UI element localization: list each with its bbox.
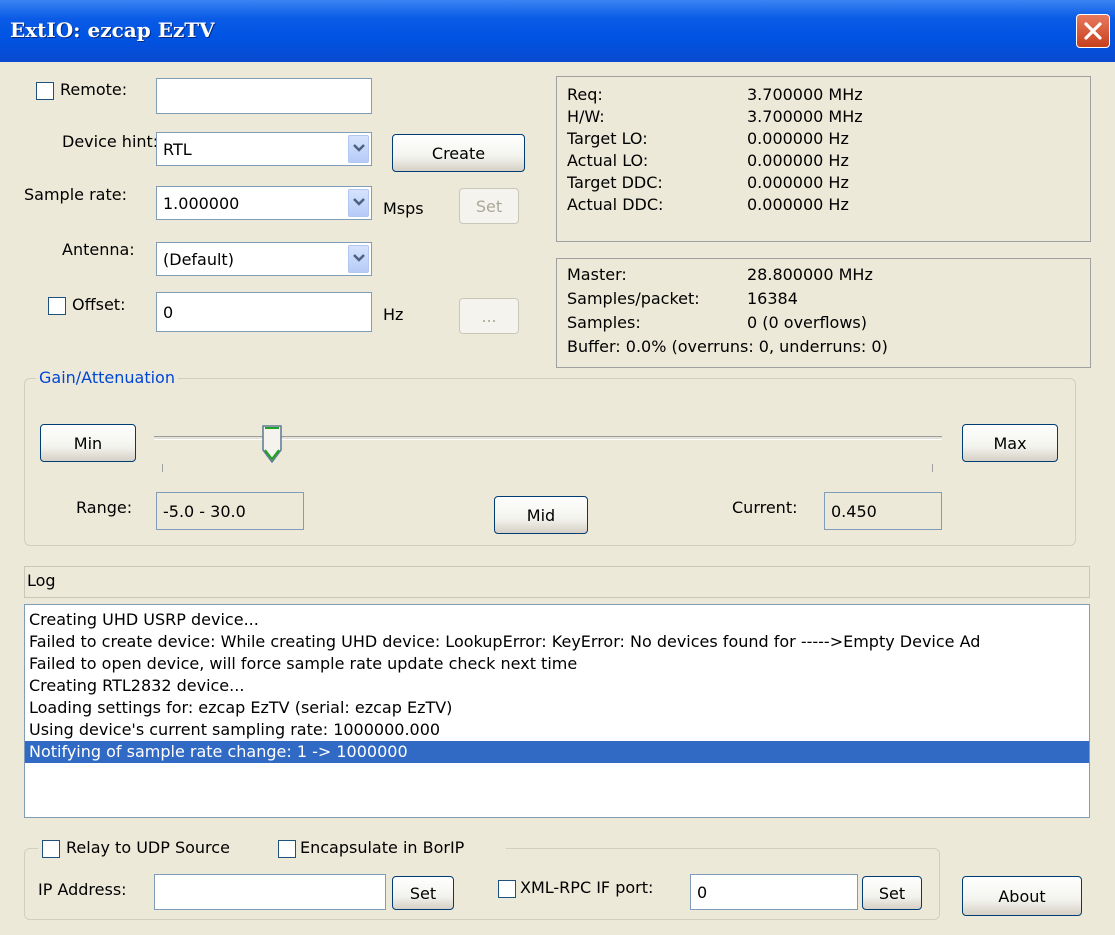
gain-mid-button[interactable]: Mid [494,496,588,534]
encapsulate-borip-checkbox[interactable] [278,840,296,858]
freq-row-label: H/W: [567,107,605,126]
freq-row-label: Actual LO: [567,151,649,170]
current-value: 0.450 [824,492,942,530]
offset-label: Offset: [72,295,126,314]
slider-thumb-icon [262,425,282,464]
device-hint-value: RTL [163,139,192,159]
sample-rate-label: Sample rate: [24,185,127,204]
samples-per-packet-value: 16384 [747,289,798,308]
xmlrpc-label: XML-RPC IF port: [520,878,654,897]
gain-slider[interactable] [150,418,946,478]
antenna-label: Antenna: [62,240,135,259]
sample-rate-combo[interactable]: 1.000000 [156,186,372,220]
gain-group-label: Gain/Attenuation [36,368,178,387]
encapsulate-borip-label: Encapsulate in BorIP [300,838,465,857]
range-value: -5.0 - 30.0 [156,492,304,530]
antenna-combo[interactable]: (Default) [156,242,372,276]
log-list[interactable]: Creating UHD USRP device... Failed to cre… [24,604,1090,818]
ip-address-input[interactable] [154,874,386,910]
close-icon [1084,22,1102,40]
device-hint-dropdown-button[interactable] [348,135,369,163]
freq-row-value: 3.700000 MHz [747,85,863,104]
offset-browse-button[interactable]: ... [459,298,519,334]
offset-checkbox[interactable] [48,297,66,315]
log-header: Log [24,566,1090,598]
set-sample-rate-button[interactable]: Set [459,188,519,224]
close-button[interactable] [1076,14,1110,48]
buffer-status: Buffer: 0.0% (overruns: 0, underruns: 0) [567,337,888,356]
chevron-down-icon [353,144,365,152]
log-line[interactable]: Notifying of sample rate change: 1 -> 10… [25,741,1089,763]
about-button[interactable]: About [962,876,1082,916]
device-hint-label: Device hint: [62,132,159,151]
log-line[interactable]: Using device's current sampling rate: 10… [25,719,1089,741]
xmlrpc-set-button[interactable]: Set [862,876,922,910]
freq-row-label: Target LO: [567,129,648,148]
frequency-panel: Req: 3.700000 MHz H/W: 3.700000 MHz Target L… [556,76,1091,242]
master-label: Master: [567,265,627,284]
freq-row-value: 0.000000 Hz [747,195,849,214]
gain-min-button[interactable]: Min [40,424,136,462]
master-value: 28.800000 MHz [747,265,873,284]
log-line[interactable]: Creating UHD USRP device... [25,609,1089,631]
log-line[interactable]: Failed to open device, will force sample… [25,653,1089,675]
xmlrpc-port-input[interactable]: 0 [690,874,858,910]
freq-row-value: 0.000000 Hz [747,151,849,170]
offset-input[interactable]: 0 [156,292,372,332]
freq-row-label: Actual DDC: [567,195,664,214]
create-button[interactable]: Create [392,134,525,172]
log-line[interactable]: Creating RTL2832 device... [25,675,1089,697]
remote-label: Remote: [60,80,128,99]
antenna-value: (Default) [163,249,234,269]
freq-row-value: 0.000000 Hz [747,173,849,192]
device-hint-combo[interactable]: RTL [156,132,372,166]
log-line[interactable]: Loading settings for: ezcap EzTV (serial… [25,697,1089,719]
remote-input[interactable] [156,78,372,114]
remote-checkbox[interactable] [36,82,54,100]
range-label: Range: [76,498,133,517]
samples-label: Samples: [567,313,641,332]
sample-rate-dropdown-button[interactable] [348,189,369,217]
slider-tick-max [932,464,933,472]
chevron-down-icon [353,254,365,262]
xmlrpc-checkbox[interactable] [498,880,516,898]
sample-rate-value: 1.000000 [163,193,240,213]
ip-address-label: IP Address: [38,880,127,899]
freq-row-label: Req: [567,85,603,104]
stats-panel: Master: 28.800000 MHz Samples/packet: 16… [556,258,1091,368]
antenna-dropdown-button[interactable] [348,245,369,273]
relay-udp-checkbox[interactable] [42,840,60,858]
freq-row-value: 3.700000 MHz [747,107,863,126]
title-bar[interactable]: ExtIO: ezcap EzTV [0,0,1115,62]
gain-max-button[interactable]: Max [962,424,1058,462]
sample-rate-unit: Msps [383,199,424,218]
samples-per-packet-label: Samples/packet: [567,289,700,308]
window-title: ExtIO: ezcap EzTV [10,18,215,42]
log-header-label: Log [27,571,56,590]
slider-tick-min [162,464,163,472]
samples-value: 0 (0 overflows) [747,313,867,332]
current-label: Current: [732,498,798,517]
ip-set-button[interactable]: Set [392,876,454,910]
chevron-down-icon [353,198,365,206]
slider-thumb[interactable] [261,424,283,464]
freq-row-value: 0.000000 Hz [747,129,849,148]
freq-row-label: Target DDC: [567,173,663,192]
log-line[interactable]: Failed to create device: While creating … [25,631,1089,653]
offset-unit: Hz [383,305,404,324]
relay-udp-label: Relay to UDP Source [66,838,230,857]
